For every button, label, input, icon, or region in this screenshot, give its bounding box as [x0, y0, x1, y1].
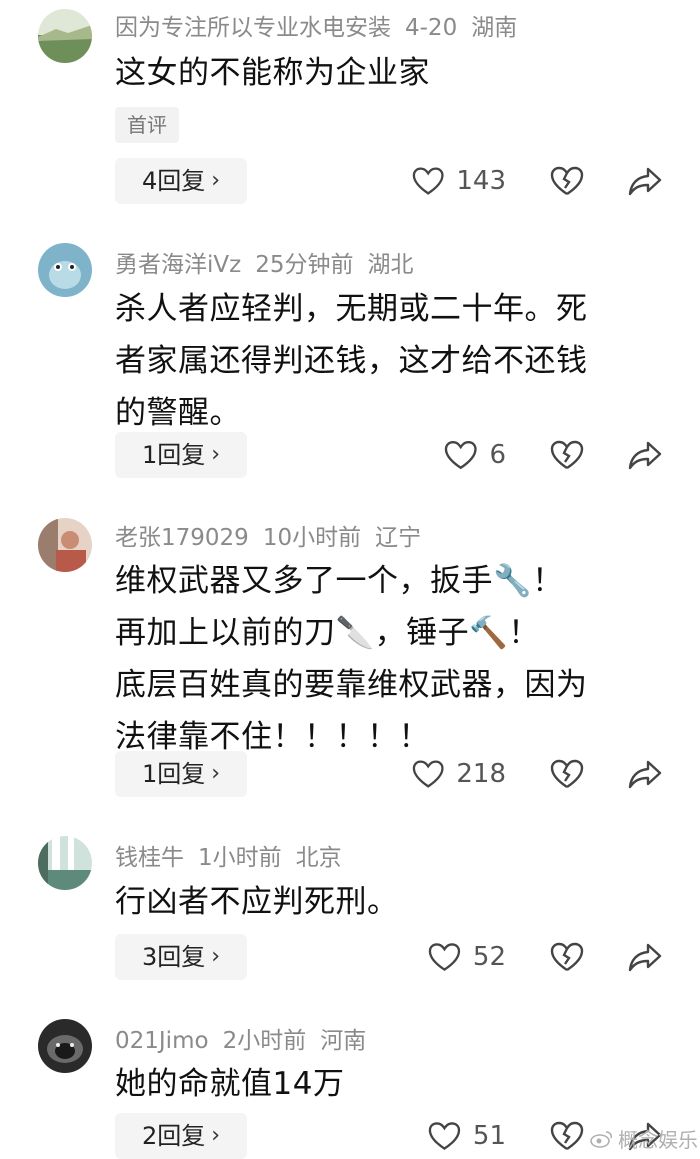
heart-outline-icon: [428, 943, 461, 971]
comment-location: 湖北: [367, 252, 414, 278]
comment-line: 者家属还得判还钱，这才给不还钱: [115, 343, 588, 379]
share-arrow-icon: [628, 943, 662, 972]
share-arrow-icon: [628, 760, 662, 789]
avatar[interactable]: [38, 836, 92, 890]
comment-text: 这女的不能称为企业家: [115, 47, 655, 99]
comment-location: 北京: [295, 845, 342, 871]
heart-outline-icon: [444, 441, 477, 470]
chevron-right-icon: ›: [211, 442, 221, 467]
reply-count-label: 3回复: [141, 943, 206, 971]
share-button[interactable]: [628, 432, 664, 478]
reply-count-button[interactable]: 4回复 ›: [115, 158, 247, 204]
like-button[interactable]: 143: [412, 158, 506, 204]
comment-text: 维权武器又多了一个，扳手🔧！ 再加上以前的刀🔪，锤子🔨！ 底层百姓真的要靠维权武…: [115, 555, 655, 763]
avatar[interactable]: [38, 1019, 92, 1073]
reply-count-label: 1回复: [141, 760, 206, 788]
like-count: 143: [456, 166, 506, 196]
heart-outline-icon: [412, 167, 444, 195]
heart-outline-icon: [428, 1122, 461, 1150]
comment-line: 行凶者不应判死刑。: [115, 884, 399, 920]
author-name[interactable]: 老张179029: [115, 525, 249, 551]
dislike-button[interactable]: [550, 1113, 584, 1159]
reply-count-button[interactable]: 3回复 ›: [115, 934, 247, 980]
broken-heart-icon: [550, 440, 584, 469]
share-button[interactable]: [628, 158, 664, 204]
like-count: 218: [456, 759, 506, 789]
comment-time: 1小时前: [198, 845, 282, 871]
comment-text: 杀人者应轻判，无期或二十年。死 者家属还得判还钱，这才给不还钱 的警醒。: [115, 283, 655, 439]
comment-meta: 钱桂牛 1小时前 北京: [115, 838, 356, 872]
broken-heart-icon: [550, 942, 584, 971]
reply-count-button[interactable]: 1回复 ›: [115, 432, 247, 478]
comment-line: 维权武器又多了一个，扳手🔧！: [115, 563, 564, 599]
reply-count-button[interactable]: 2回复 ›: [115, 1113, 247, 1159]
comment-line: 这女的不能称为企业家: [115, 55, 430, 91]
chevron-right-icon: ›: [211, 761, 221, 786]
share-button[interactable]: [628, 751, 664, 797]
dislike-button[interactable]: [550, 432, 584, 478]
dislike-button[interactable]: [550, 751, 584, 797]
heart-outline-icon: [412, 760, 444, 788]
first-comment-badge: 首评: [115, 107, 179, 143]
chevron-right-icon: ›: [211, 944, 221, 969]
reply-count-button[interactable]: 1回复 ›: [115, 751, 247, 797]
comment-location: 辽宁: [375, 525, 422, 551]
author-name[interactable]: 钱桂牛: [115, 845, 184, 871]
like-button[interactable]: 51: [428, 1113, 506, 1159]
author-name[interactable]: 因为专注所以专业水电安装: [115, 15, 391, 41]
dislike-button[interactable]: [550, 158, 584, 204]
avatar[interactable]: [38, 9, 92, 63]
chevron-right-icon: ›: [211, 1123, 221, 1148]
comment-line: 杀人者应轻判，无期或二十年。死: [115, 291, 588, 327]
reply-count-label: 1回复: [141, 441, 206, 469]
comment-text: 她的命就值14万: [115, 1058, 655, 1110]
comment-location: 湖南: [471, 15, 518, 41]
broken-heart-icon: [550, 166, 584, 195]
comment-meta: 021Jimo 2小时前 河南: [115, 1021, 380, 1055]
reply-count-label: 4回复: [141, 167, 206, 195]
broken-heart-icon: [550, 1121, 584, 1150]
share-button[interactable]: [628, 934, 664, 980]
comment-line: 她的命就值14万: [115, 1066, 345, 1102]
like-count: 6: [489, 440, 506, 470]
like-button[interactable]: 6: [444, 432, 506, 478]
reply-count-label: 2回复: [141, 1122, 206, 1150]
avatar[interactable]: [38, 243, 92, 297]
comment-meta: 老张179029 10小时前 辽宁: [115, 518, 435, 552]
author-name[interactable]: 勇者海洋iVz: [115, 252, 241, 278]
comment-text: 行凶者不应判死刑。: [115, 876, 655, 928]
like-count: 52: [472, 942, 506, 972]
dislike-button[interactable]: [550, 934, 584, 980]
like-button[interactable]: 218: [412, 751, 506, 797]
watermark: 概念娱乐: [590, 1124, 698, 1153]
comment-time: 25分钟前: [255, 252, 354, 278]
like-count: 51: [472, 1121, 506, 1151]
comment-time: 2小时前: [222, 1028, 307, 1054]
broken-heart-icon: [550, 759, 584, 788]
comment-time: 4-20: [405, 15, 458, 41]
comment-location: 河南: [320, 1028, 367, 1054]
author-name[interactable]: 021Jimo: [115, 1028, 209, 1054]
share-arrow-icon: [628, 167, 662, 196]
like-button[interactable]: 52: [428, 934, 506, 980]
comment-meta: 勇者海洋iVz 25分钟前 湖北: [115, 245, 427, 279]
avatar[interactable]: [38, 518, 92, 572]
comment-time: 10小时前: [262, 525, 362, 551]
share-arrow-icon: [628, 441, 662, 470]
watermark-text: 概念娱乐: [618, 1128, 698, 1152]
comment-line: 再加上以前的刀🔪，锤子🔨！: [115, 615, 540, 651]
weibo-logo-icon: [590, 1130, 613, 1148]
comment-line: 底层百姓真的要靠维权武器，因为: [115, 667, 588, 703]
chevron-right-icon: ›: [211, 168, 221, 193]
comment-meta: 因为专注所以专业水电安装 4-20 湖南: [115, 8, 531, 42]
